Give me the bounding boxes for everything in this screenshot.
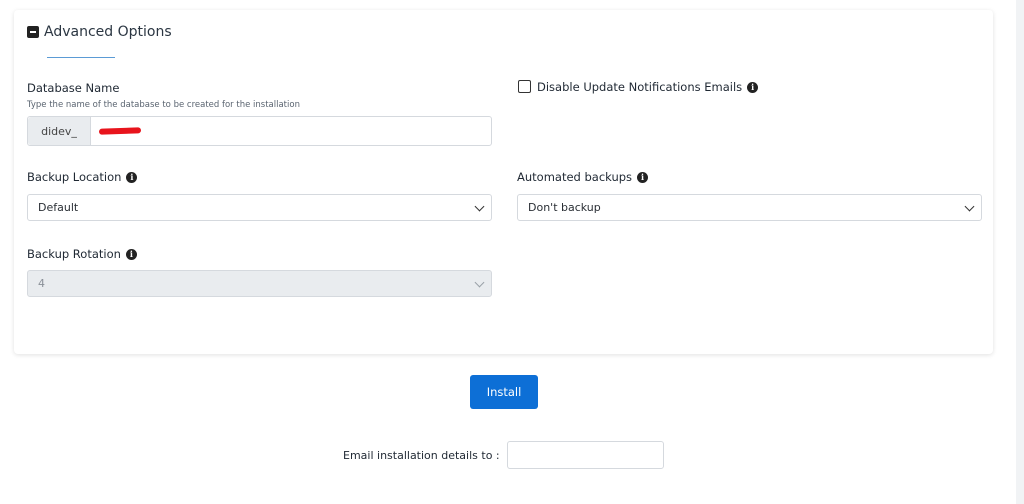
info-icon[interactable]: i: [637, 171, 649, 183]
page: Advanced Options Database Name Type the …: [0, 0, 1016, 504]
backup-rotation-label: Backup Rotation i: [27, 247, 137, 261]
scrollbar-track[interactable]: [1016, 0, 1024, 504]
database-name-label-text: Database Name: [27, 81, 120, 95]
advanced-options-toggle[interactable]: Advanced Options: [27, 24, 172, 40]
backup-location-value: Default: [38, 201, 79, 214]
redacted-value: [98, 127, 142, 135]
install-button[interactable]: Install: [470, 375, 538, 409]
backup-rotation-select[interactable]: 4: [27, 270, 492, 297]
minus-square-icon[interactable]: [27, 26, 39, 38]
database-name-hint: Type the name of the database to be crea…: [27, 100, 300, 110]
chevron-down-icon: [474, 277, 485, 287]
info-icon[interactable]: i: [126, 171, 138, 183]
database-name-input[interactable]: [91, 117, 491, 145]
automated-backups-value: Don't backup: [528, 201, 601, 214]
backup-location-label-text: Backup Location: [27, 170, 122, 184]
section-title: Advanced Options: [44, 24, 172, 40]
chevron-down-icon: [474, 201, 485, 211]
automated-backups-select[interactable]: Don't backup: [517, 194, 982, 221]
automated-backups-label-text: Automated backups: [517, 170, 633, 184]
header-underline: [47, 57, 115, 58]
backup-location-label: Backup Location i: [27, 170, 138, 184]
info-icon[interactable]: i: [747, 81, 759, 93]
backup-rotation-label-text: Backup Rotation: [27, 247, 121, 261]
automated-backups-label: Automated backups i: [517, 170, 649, 184]
database-name-field[interactable]: didev_: [27, 116, 492, 146]
info-icon[interactable]: i: [125, 248, 137, 260]
database-prefix: didev_: [28, 117, 91, 145]
advanced-options-card: Advanced Options Database Name Type the …: [14, 10, 993, 354]
chevron-down-icon: [964, 201, 975, 211]
email-details-label: Email installation details to :: [343, 449, 500, 462]
database-name-label: Database Name: [27, 81, 119, 95]
disable-notifications-label: Disable Update Notifications Emails i: [537, 80, 759, 94]
email-details-input[interactable]: [507, 441, 664, 469]
backup-rotation-value: 4: [38, 277, 45, 290]
backup-location-select[interactable]: Default: [27, 194, 492, 221]
disable-notifications-checkbox[interactable]: [518, 80, 531, 93]
disable-notifications-label-text: Disable Update Notifications Emails: [537, 80, 743, 94]
